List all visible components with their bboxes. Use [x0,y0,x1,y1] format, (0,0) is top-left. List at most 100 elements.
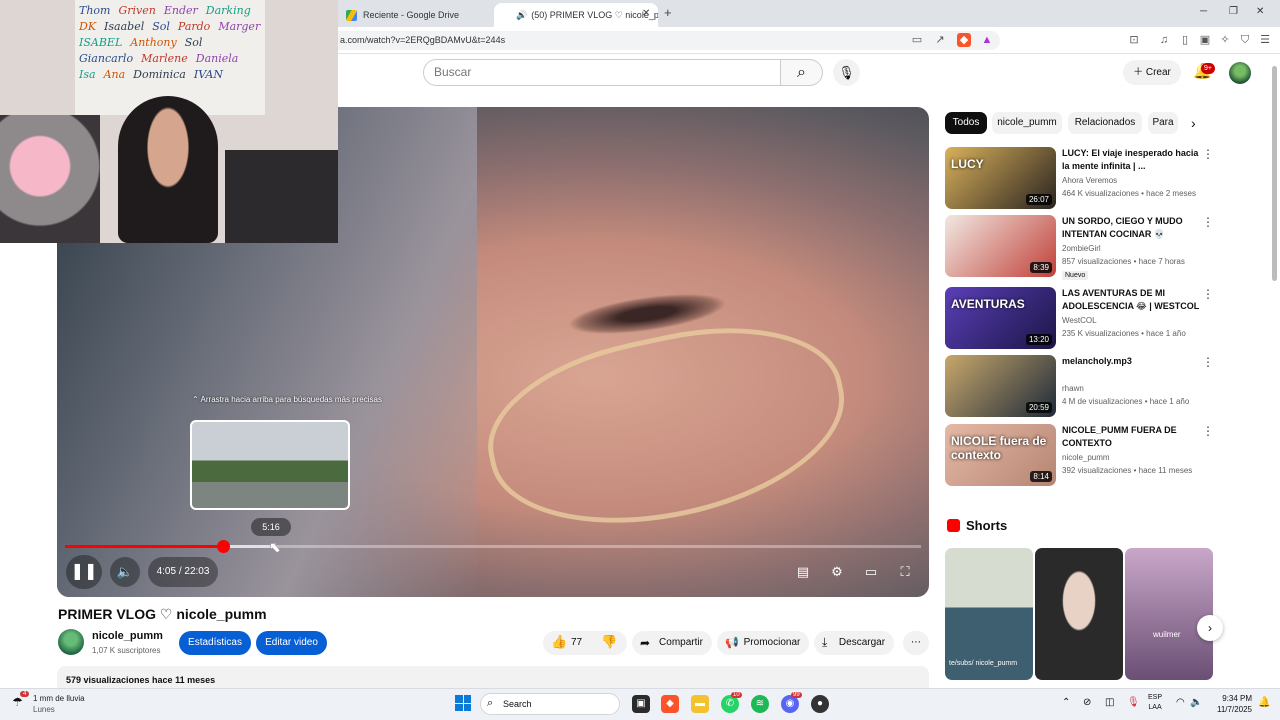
more-options-icon[interactable]: ⋮ [1202,287,1214,301]
drive-icon [346,9,357,21]
more-options-icon[interactable]: ⋮ [1202,147,1214,161]
tray-chevron-icon[interactable]: ⌃ [1062,697,1070,708]
channel-avatar[interactable] [58,629,84,655]
app-icon[interactable]: ● [811,695,829,713]
account-avatar[interactable] [1229,62,1251,84]
create-button[interactable]: ＋ Crear [1123,60,1181,85]
close-window-button[interactable]: ✕ [1256,6,1264,17]
pause-button[interactable]: ❚❚ [66,555,102,589]
system-clock[interactable]: 9:34 PM 11/7/2025 [1204,693,1252,715]
brave-shield-icon[interactable]: ◆ [957,33,971,47]
related-thumbnail[interactable]: 20:59 [945,355,1056,417]
views-and-date: 579 visualizaciones hace 11 meses [66,675,216,685]
name-card: Darking [205,4,251,17]
subtitles-icon[interactable]: ▤ [789,557,817,587]
channel-name[interactable]: nicole_pumm [92,630,163,642]
more-options-icon[interactable]: ⋮ [1202,215,1214,229]
tray-app-icon[interactable]: ◫ [1105,697,1114,708]
close-tab-icon[interactable]: ✕ [642,8,650,19]
more-actions-button[interactable]: ⋯ [903,631,929,655]
minimize-button[interactable]: ─ [1200,6,1207,17]
music-icon[interactable]: ♫ [1157,33,1171,47]
task-view-icon[interactable]: ▣ [632,695,650,713]
leo-ai-icon[interactable]: ✧ [1218,33,1232,47]
name-card: ISABEL [79,36,123,49]
name-card: Marger [218,20,261,33]
fullscreen-icon[interactable]: ⛶ [891,557,919,587]
volume-icon: 🔈 [116,564,134,579]
volume-button[interactable]: 🔈 [110,557,140,587]
related-channel[interactable]: nicole_pumm [1062,453,1110,462]
new-tab-button[interactable]: + [664,5,672,20]
file-explorer-icon[interactable]: ▬ [691,695,709,713]
plush-toys [0,115,100,243]
related-title[interactable]: melancholy.mp3 [1062,355,1200,368]
webcam-overlay: Thom Griven Ender Darking DK Isaabel Sol Pardo M… [0,0,338,243]
related-meta: 464 K visualizaciones • hace 2 meses [1062,189,1196,198]
related-thumbnail[interactable]: 8:39 [945,215,1056,277]
sidebar-icon[interactable]: ▯ [1178,33,1192,47]
short-card[interactable]: te/subs/ nicole_pumm [945,548,1033,680]
short-card[interactable] [1035,548,1123,680]
related-title[interactable]: LAS AVENTURAS DE MI ADOLESCENCIA 😂 | WES… [1062,287,1200,313]
vpn-icon[interactable]: ⛉ [1238,33,1252,47]
edit-video-button[interactable]: Editar video [256,631,327,655]
chip-nicole-pumm[interactable]: nicole_pumm [992,112,1062,134]
wifi-icon[interactable]: ◠ [1176,697,1185,708]
more-options-icon[interactable]: ⋮ [1202,355,1214,369]
wallet-icon[interactable]: ▣ [1198,33,1212,47]
chip-todos[interactable]: Todos [945,112,987,134]
taskbar-search[interactable]: Search [480,693,620,715]
related-title[interactable]: NICOLE_PUMM FUERA DE CONTEXTO [1062,424,1200,450]
settings-gear-icon[interactable]: ⚙ [823,557,851,587]
related-channel[interactable]: 2ombieGirl [1062,244,1101,253]
related-channel[interactable]: WestCOL [1062,316,1097,325]
dislike-icon[interactable]: 👎 [601,634,617,650]
weather-icon[interactable]: ☂ [12,695,23,709]
name-card: IVAN [193,68,223,81]
tab-label: (50) PRIMER VLOG ♡ nicole_p [531,9,658,20]
related-thumbnail[interactable]: AVENTURAS 13:20 [945,287,1056,349]
like-icon[interactable]: 👍 [551,634,567,650]
search-button[interactable]: ⌕ [781,59,823,86]
tab-youtube-vlog[interactable]: 🔊 (50) PRIMER VLOG ♡ nicole_p [494,3,658,27]
page-scrollbar[interactable] [1272,66,1277,281]
chip-para-ti[interactable]: Para [1148,112,1178,134]
download-label: Descargar [838,637,886,648]
tab-search-icon[interactable]: ⊡ [1127,33,1141,47]
cast-icon[interactable]: ▭ [910,33,924,47]
tray-network-off-icon[interactable]: ⊘ [1083,697,1091,708]
more-options-icon[interactable]: ⋮ [1202,424,1214,438]
voice-search-button[interactable]: 🎙 [833,59,860,86]
url-field[interactable]: a.com/watch?v=2ERQgBDAMvU&t=244s [330,31,1000,50]
related-title[interactable]: UN SORDO, CIEGO Y MUDO INTENTAN COCINAR … [1062,215,1200,241]
menu-icon[interactable]: ☰ [1258,33,1272,47]
related-channel[interactable]: rhawn [1062,384,1084,393]
chips-next-chevron-icon[interactable]: › [1191,115,1196,131]
stats-button[interactable]: Estadísticas [179,631,251,655]
tab-google-drive[interactable]: Reciente - Google Drive [330,3,490,27]
video-frame-glasses [472,301,862,553]
share-page-icon[interactable]: ↗ [933,33,947,47]
brave-rewards-icon[interactable]: ▲ [980,33,994,47]
related-title[interactable]: LUCY: El viaje inesperado hacia la mente… [1062,147,1200,173]
short-card[interactable]: wuilmer [1125,548,1213,680]
lang-top: ESP [1148,694,1163,701]
weather-widget[interactable]: 1 mm de lluvia Lunes [33,693,85,715]
speaker-tray-icon[interactable]: 🔈 [1190,697,1202,708]
shorts-next-icon[interactable]: › [1197,615,1223,641]
related-thumbnail[interactable]: LUCY 26:07 [945,147,1056,209]
theater-mode-icon[interactable]: ▭ [857,557,885,587]
microphone-tray-icon[interactable]: 🎙 [1127,697,1140,708]
chip-relacionados[interactable]: Relacionados [1068,112,1142,134]
language-indicator[interactable]: ESP LAA [1148,693,1162,713]
search-input[interactable]: Buscar [423,59,781,86]
related-thumbnail[interactable]: NICOLE fuera de contexto 8:14 [945,424,1056,486]
related-channel[interactable]: Ahora Veremos [1062,176,1117,185]
brave-taskbar-icon[interactable]: ◆ [661,695,679,713]
clock-time: 9:34 PM [1222,694,1252,703]
windows-start-icon[interactable] [455,695,471,711]
maximize-button[interactable]: ❐ [1229,6,1238,17]
spotify-icon[interactable]: ≋ [751,695,769,713]
notification-center-icon[interactable]: 🔔 [1258,697,1270,708]
